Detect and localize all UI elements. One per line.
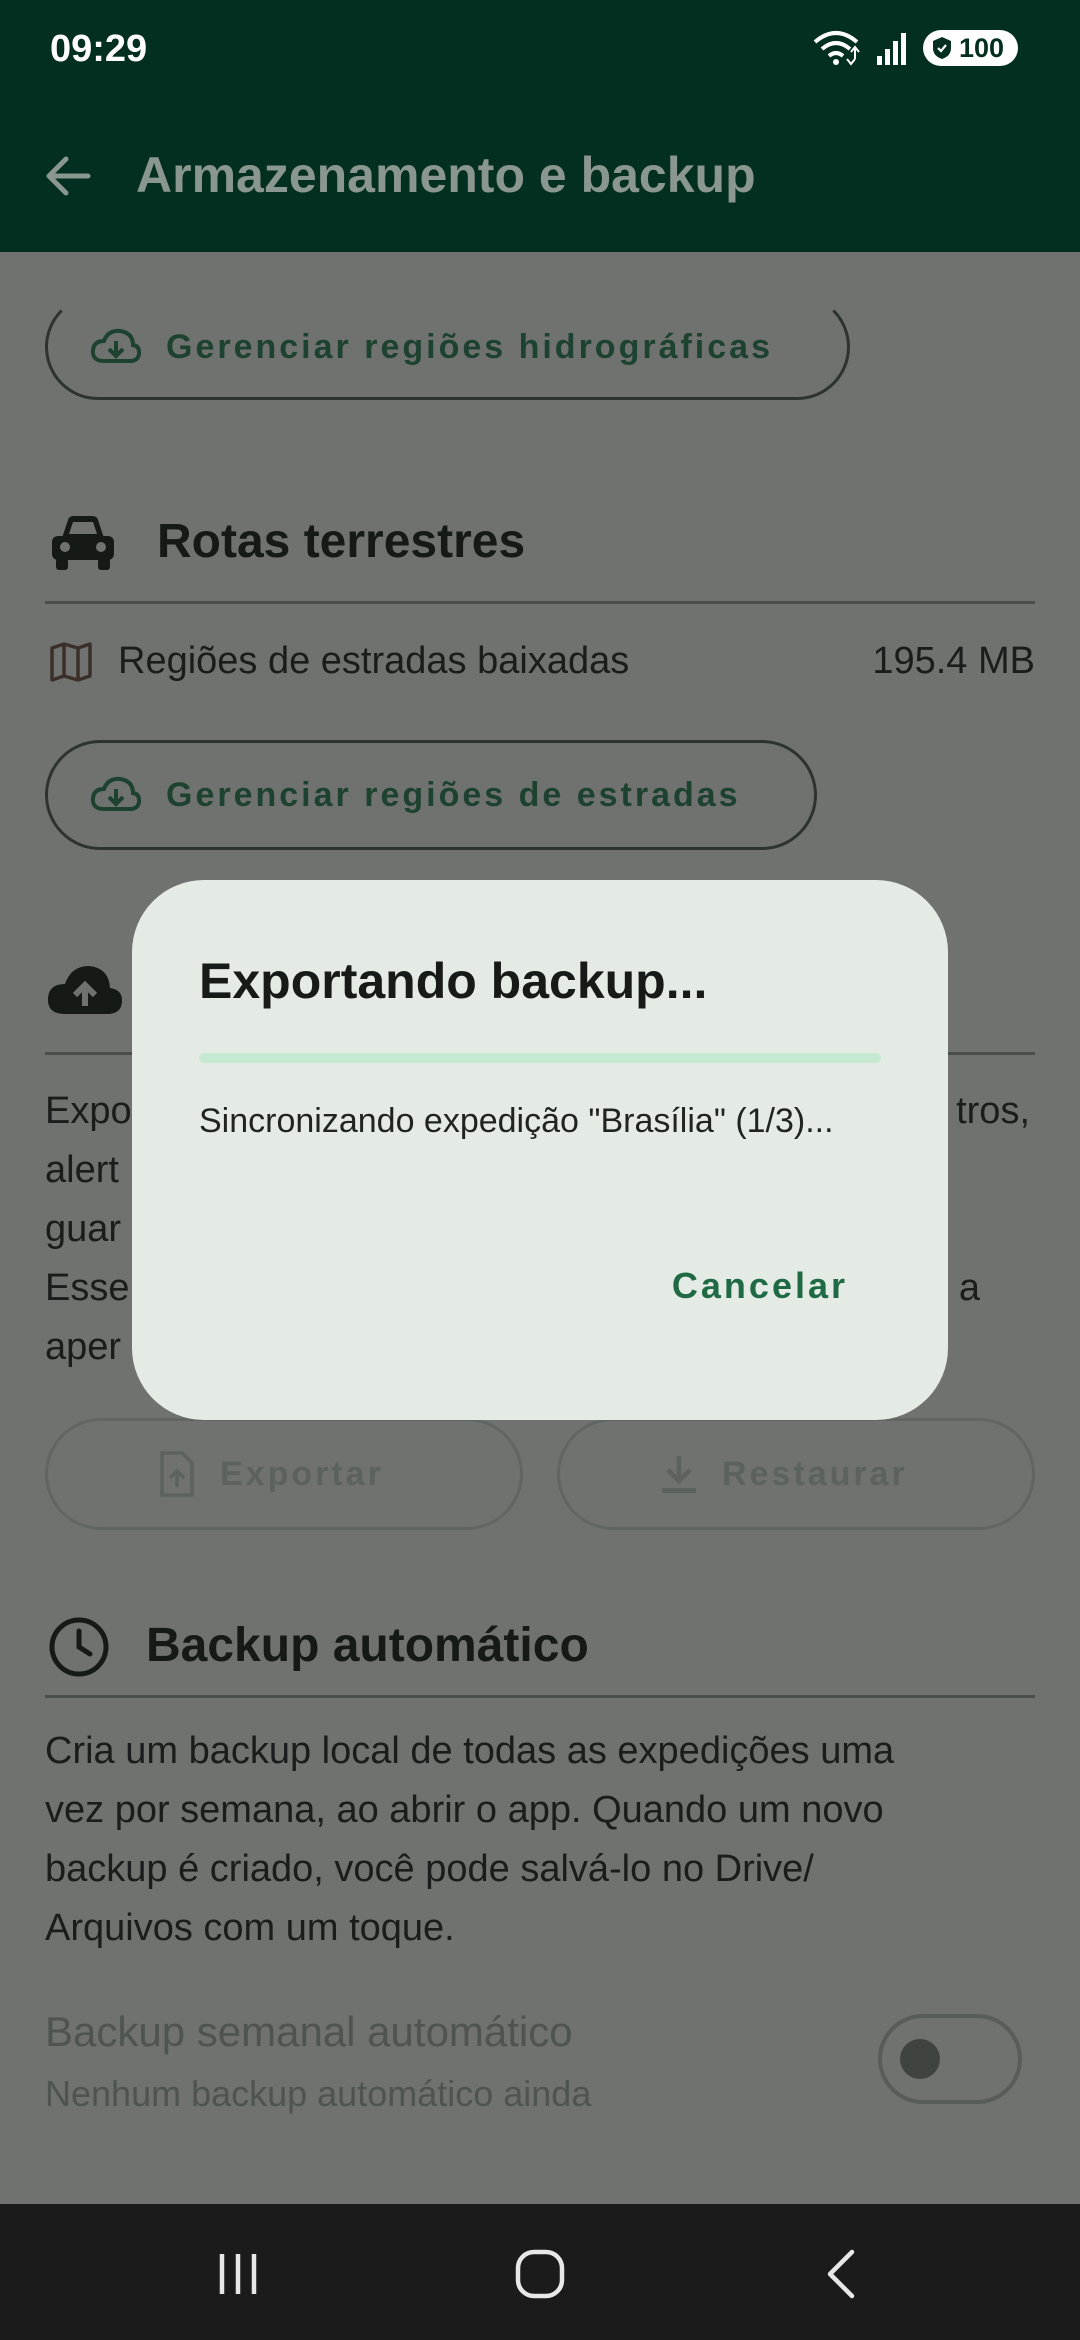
system-navigation-bar [0,2204,1080,2340]
dialog-message: Sincronizando expedição "Brasília" (1/3)… [199,1102,834,1140]
wifi-icon [813,31,860,66]
battery-level: 100 [958,32,1004,63]
status-time: 09:29 [50,28,148,70]
recent-apps-icon[interactable] [208,2244,268,2304]
dialog-title: Exportando backup... [199,953,708,1009]
page-title: Armazenamento e backup [136,147,756,203]
export-progress-fill [199,1053,881,1063]
status-bar: 09:29 100 [0,0,1080,100]
arrow-left-icon[interactable] [38,146,98,206]
export-progress-dialog: Exportando backup... Sincronizando exped… [132,880,948,1420]
export-progress-bar [199,1053,881,1063]
status-icons: 100 [811,30,1018,66]
app-bar: Armazenamento e backup [0,100,1080,252]
battery-shield-icon [932,37,951,59]
home-icon[interactable] [510,2244,570,2304]
screen: 09:29 100 Armazenamento e backup Gerenci… [0,0,1080,2340]
back-nav-icon[interactable] [812,2244,872,2304]
cancel-button[interactable]: Cancelar [672,1265,848,1307]
signal-icon [876,33,906,65]
battery-indicator: 100 [922,30,1018,66]
